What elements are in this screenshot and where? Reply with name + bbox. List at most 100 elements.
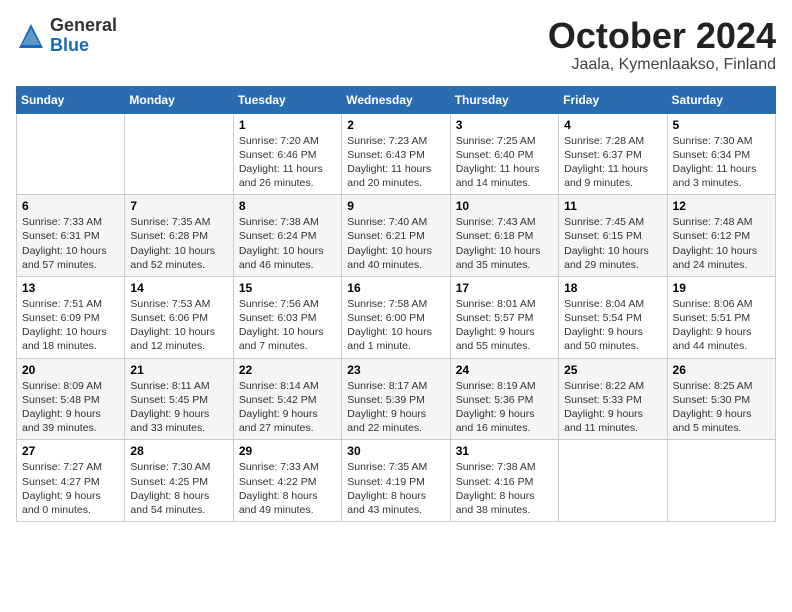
day-info: Sunrise: 7:27 AM Sunset: 4:27 PM Dayligh… (22, 460, 119, 517)
calendar-cell: 29 Sunrise: 7:33 AM Sunset: 4:22 PM Dayli… (233, 440, 341, 522)
day-number: 12 (673, 199, 770, 213)
calendar-cell: 24 Sunrise: 8:19 AM Sunset: 5:36 PM Dayli… (450, 358, 558, 440)
day-number: 3 (456, 118, 553, 132)
calendar-cell: 20 Sunrise: 8:09 AM Sunset: 5:48 PM Dayli… (17, 358, 125, 440)
day-info: Sunrise: 7:33 AM Sunset: 6:31 PM Dayligh… (22, 215, 119, 272)
calendar-cell: 23 Sunrise: 8:17 AM Sunset: 5:39 PM Dayli… (342, 358, 450, 440)
day-number: 24 (456, 363, 553, 377)
weekday-header-monday: Monday (125, 86, 233, 113)
day-info: Sunrise: 8:09 AM Sunset: 5:48 PM Dayligh… (22, 379, 119, 436)
weekday-header-sunday: Sunday (17, 86, 125, 113)
calendar-cell: 2 Sunrise: 7:23 AM Sunset: 6:43 PM Daylig… (342, 113, 450, 195)
day-info: Sunrise: 7:35 AM Sunset: 6:28 PM Dayligh… (130, 215, 227, 272)
day-info: Sunrise: 7:20 AM Sunset: 6:46 PM Dayligh… (239, 134, 336, 191)
weekday-header-row: SundayMondayTuesdayWednesdayThursdayFrid… (17, 86, 776, 113)
day-info: Sunrise: 7:38 AM Sunset: 4:16 PM Dayligh… (456, 460, 553, 517)
day-info: Sunrise: 7:25 AM Sunset: 6:40 PM Dayligh… (456, 134, 553, 191)
day-info: Sunrise: 7:56 AM Sunset: 6:03 PM Dayligh… (239, 297, 336, 354)
calendar-week-row: 1 Sunrise: 7:20 AM Sunset: 6:46 PM Daylig… (17, 113, 776, 195)
calendar-week-row: 13 Sunrise: 7:51 AM Sunset: 6:09 PM Dayli… (17, 276, 776, 358)
day-number: 16 (347, 281, 444, 295)
calendar-week-row: 20 Sunrise: 8:09 AM Sunset: 5:48 PM Dayli… (17, 358, 776, 440)
calendar-cell: 4 Sunrise: 7:28 AM Sunset: 6:37 PM Daylig… (559, 113, 667, 195)
day-number: 25 (564, 363, 661, 377)
calendar-cell: 12 Sunrise: 7:48 AM Sunset: 6:12 PM Dayli… (667, 195, 775, 277)
calendar-cell (17, 113, 125, 195)
day-number: 30 (347, 444, 444, 458)
calendar-cell: 11Sunrise: 7:45 AM Sunset: 6:15 PM Dayli… (559, 195, 667, 277)
day-info: Sunrise: 7:43 AM Sunset: 6:18 PM Dayligh… (456, 215, 553, 272)
day-info: Sunrise: 7:48 AM Sunset: 6:12 PM Dayligh… (673, 215, 770, 272)
day-info: Sunrise: 8:06 AM Sunset: 5:51 PM Dayligh… (673, 297, 770, 354)
weekday-header-tuesday: Tuesday (233, 86, 341, 113)
day-info: Sunrise: 7:23 AM Sunset: 6:43 PM Dayligh… (347, 134, 444, 191)
day-info: Sunrise: 7:30 AM Sunset: 4:25 PM Dayligh… (130, 460, 227, 517)
logo-icon (16, 21, 46, 51)
day-number: 2 (347, 118, 444, 132)
calendar-body: 1 Sunrise: 7:20 AM Sunset: 6:46 PM Daylig… (17, 113, 776, 521)
day-info: Sunrise: 7:58 AM Sunset: 6:00 PM Dayligh… (347, 297, 444, 354)
day-number: 7 (130, 199, 227, 213)
day-info: Sunrise: 8:17 AM Sunset: 5:39 PM Dayligh… (347, 379, 444, 436)
day-number: 19 (673, 281, 770, 295)
logo-blue-text: Blue (50, 36, 117, 56)
calendar-cell (667, 440, 775, 522)
day-number: 11 (564, 199, 661, 213)
calendar-cell: 14 Sunrise: 7:53 AM Sunset: 6:06 PM Dayli… (125, 276, 233, 358)
weekday-header-wednesday: Wednesday (342, 86, 450, 113)
day-info: Sunrise: 8:11 AM Sunset: 5:45 PM Dayligh… (130, 379, 227, 436)
day-number: 28 (130, 444, 227, 458)
day-info: Sunrise: 8:01 AM Sunset: 5:57 PM Dayligh… (456, 297, 553, 354)
day-number: 22 (239, 363, 336, 377)
calendar-week-row: 6 Sunrise: 7:33 AM Sunset: 6:31 PM Daylig… (17, 195, 776, 277)
day-info: Sunrise: 7:33 AM Sunset: 4:22 PM Dayligh… (239, 460, 336, 517)
day-number: 31 (456, 444, 553, 458)
day-number: 20 (22, 363, 119, 377)
calendar-cell (559, 440, 667, 522)
calendar-cell (125, 113, 233, 195)
calendar-cell: 16 Sunrise: 7:58 AM Sunset: 6:00 PM Dayli… (342, 276, 450, 358)
logo: General Blue (16, 16, 117, 56)
calendar-cell: 6 Sunrise: 7:33 AM Sunset: 6:31 PM Daylig… (17, 195, 125, 277)
calendar-cell: 9 Sunrise: 7:40 AM Sunset: 6:21 PM Daylig… (342, 195, 450, 277)
day-info: Sunrise: 8:19 AM Sunset: 5:36 PM Dayligh… (456, 379, 553, 436)
calendar-header: SundayMondayTuesdayWednesdayThursdayFrid… (17, 86, 776, 113)
calendar-cell: 21Sunrise: 8:11 AM Sunset: 5:45 PM Dayli… (125, 358, 233, 440)
calendar-table: SundayMondayTuesdayWednesdayThursdayFrid… (16, 86, 776, 522)
day-number: 15 (239, 281, 336, 295)
day-info: Sunrise: 7:28 AM Sunset: 6:37 PM Dayligh… (564, 134, 661, 191)
day-number: 6 (22, 199, 119, 213)
calendar-cell: 5 Sunrise: 7:30 AM Sunset: 6:34 PM Daylig… (667, 113, 775, 195)
calendar-cell: 25 Sunrise: 8:22 AM Sunset: 5:33 PM Dayli… (559, 358, 667, 440)
day-number: 9 (347, 199, 444, 213)
day-info: Sunrise: 8:22 AM Sunset: 5:33 PM Dayligh… (564, 379, 661, 436)
day-number: 10 (456, 199, 553, 213)
calendar-cell: 3 Sunrise: 7:25 AM Sunset: 6:40 PM Daylig… (450, 113, 558, 195)
day-number: 26 (673, 363, 770, 377)
month-title: October 2024 (548, 16, 776, 56)
calendar-cell: 8Sunrise: 7:38 AM Sunset: 6:24 PM Daylig… (233, 195, 341, 277)
weekday-header-thursday: Thursday (450, 86, 558, 113)
calendar-cell: 15 Sunrise: 7:56 AM Sunset: 6:03 PM Dayli… (233, 276, 341, 358)
day-number: 4 (564, 118, 661, 132)
day-info: Sunrise: 7:53 AM Sunset: 6:06 PM Dayligh… (130, 297, 227, 354)
day-number: 13 (22, 281, 119, 295)
day-number: 23 (347, 363, 444, 377)
calendar-cell: 22 Sunrise: 8:14 AM Sunset: 5:42 PM Dayli… (233, 358, 341, 440)
day-number: 29 (239, 444, 336, 458)
day-info: Sunrise: 7:35 AM Sunset: 4:19 PM Dayligh… (347, 460, 444, 517)
day-info: Sunrise: 8:14 AM Sunset: 5:42 PM Dayligh… (239, 379, 336, 436)
calendar-cell: 31 Sunrise: 7:38 AM Sunset: 4:16 PM Dayli… (450, 440, 558, 522)
page-header: General Blue October 2024 Jaala, Kymenla… (16, 16, 776, 74)
day-info: Sunrise: 7:30 AM Sunset: 6:34 PM Dayligh… (673, 134, 770, 191)
day-number: 17 (456, 281, 553, 295)
calendar-cell: 10 Sunrise: 7:43 AM Sunset: 6:18 PM Dayli… (450, 195, 558, 277)
weekday-header-friday: Friday (559, 86, 667, 113)
day-number: 14 (130, 281, 227, 295)
day-number: 5 (673, 118, 770, 132)
day-info: Sunrise: 7:40 AM Sunset: 6:21 PM Dayligh… (347, 215, 444, 272)
calendar-cell: 18Sunrise: 8:04 AM Sunset: 5:54 PM Dayli… (559, 276, 667, 358)
location-title: Jaala, Kymenlaakso, Finland (548, 56, 776, 74)
day-number: 1 (239, 118, 336, 132)
day-info: Sunrise: 7:51 AM Sunset: 6:09 PM Dayligh… (22, 297, 119, 354)
